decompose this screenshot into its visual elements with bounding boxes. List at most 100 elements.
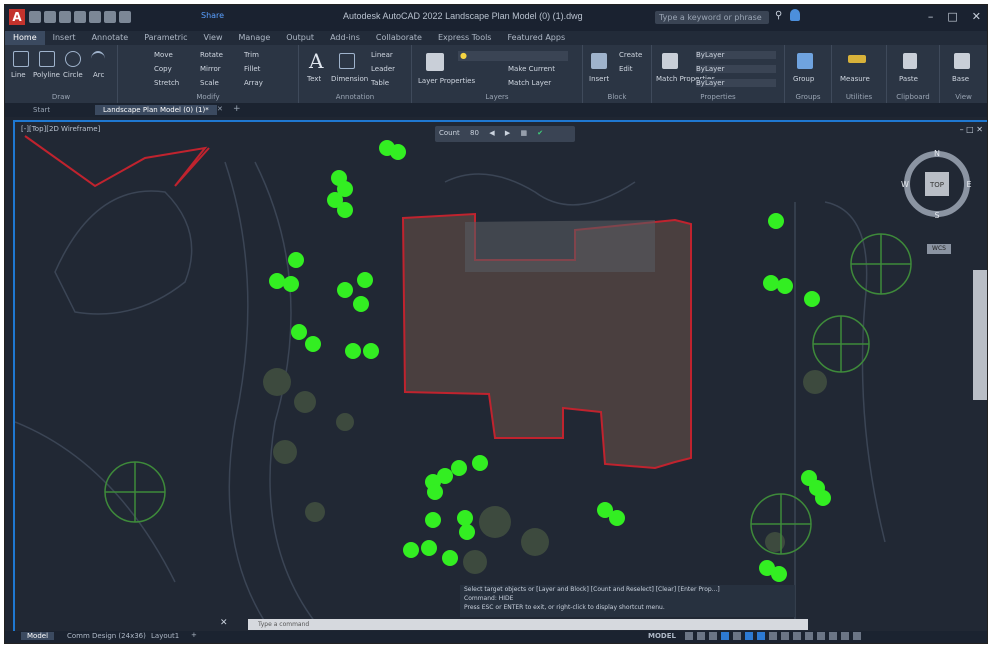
workspace-icon[interactable] [805, 632, 813, 640]
command-input[interactable]: Type a command [248, 619, 808, 630]
mirror-button[interactable]: Mirror [200, 65, 221, 73]
tab-addins[interactable]: Add-ins [322, 31, 368, 45]
count-marker[interactable] [291, 324, 307, 340]
save-icon[interactable] [59, 11, 71, 23]
draw-group-label[interactable]: Draw [5, 93, 117, 101]
paste-icon[interactable] [903, 53, 917, 69]
count-marker[interactable] [283, 276, 299, 292]
tab-start[interactable]: Start [25, 105, 58, 115]
count-marker[interactable] [427, 484, 443, 500]
count-marker[interactable] [804, 291, 820, 307]
undo-icon[interactable] [104, 11, 116, 23]
text-icon[interactable]: A [309, 49, 323, 73]
viewcube[interactable]: TOP N S E W [901, 148, 973, 220]
match-properties-icon[interactable] [662, 53, 678, 69]
group-button[interactable]: Group [793, 75, 814, 83]
units-icon[interactable] [817, 632, 825, 640]
dimension-icon[interactable] [339, 53, 355, 69]
search-input[interactable]: Type a keyword or phrase [655, 11, 769, 24]
tab-output[interactable]: Output [278, 31, 322, 45]
insert-count-icon[interactable]: ▦ [520, 129, 527, 137]
share-button[interactable]: Share [201, 11, 224, 20]
tab-view[interactable]: View [196, 31, 231, 45]
next-icon[interactable]: ▶ [505, 129, 510, 137]
redo-icon[interactable] [119, 11, 131, 23]
add-layout-icon[interactable]: + [191, 631, 197, 639]
new-icon[interactable] [29, 11, 41, 23]
stretch-button[interactable]: Stretch [154, 79, 179, 87]
drawing-viewport[interactable]: [-][Top][2D Wireframe] – □ ✕ Count 80 ◀ … [13, 120, 987, 634]
polyline-icon[interactable] [39, 51, 55, 67]
compass-south[interactable]: S [934, 211, 939, 220]
maximize-icon[interactable]: □ [947, 10, 957, 23]
circle-icon[interactable] [65, 51, 81, 67]
table-button[interactable]: Table [371, 79, 389, 87]
arc-button[interactable]: Arc [93, 71, 104, 79]
group-icon[interactable] [797, 53, 813, 69]
tab-layout1[interactable]: Layout1 [145, 632, 185, 640]
dimension-button[interactable]: Dimension [331, 75, 368, 83]
line-icon[interactable] [13, 51, 29, 67]
groups-group-label[interactable]: Groups [785, 93, 831, 101]
tab-drawing[interactable]: Landscape Plan Model (0) (1)* [95, 105, 217, 115]
compass-north[interactable]: N [934, 149, 940, 158]
close-icon[interactable]: ✕ [972, 10, 981, 23]
tab-collaborate[interactable]: Collaborate [368, 31, 430, 45]
transparency-icon[interactable] [769, 632, 777, 640]
saveas-icon[interactable] [74, 11, 86, 23]
circle-button[interactable]: Circle [63, 71, 83, 79]
grid-icon[interactable] [685, 632, 693, 640]
base-icon[interactable] [954, 53, 970, 69]
copy-button[interactable]: Copy [154, 65, 172, 73]
count-marker[interactable] [353, 296, 369, 312]
confirm-icon[interactable]: ✔ [537, 129, 543, 137]
paste-button[interactable]: Paste [899, 75, 918, 83]
color-dropdown[interactable]: ByLayer [696, 51, 776, 59]
count-marker[interactable] [763, 275, 779, 291]
command-close-icon[interactable]: ✕ [220, 618, 228, 628]
count-marker[interactable] [459, 524, 475, 540]
count-marker[interactable] [403, 542, 419, 558]
model-space-indicator[interactable]: MODEL [648, 632, 676, 640]
move-button[interactable]: Move [154, 51, 173, 59]
count-marker[interactable] [390, 144, 406, 160]
layer-dropdown[interactable] [458, 51, 568, 61]
count-marker[interactable] [363, 343, 379, 359]
new-tab-icon[interactable]: + [233, 104, 241, 114]
isodraft-icon[interactable] [733, 632, 741, 640]
linetype-dropdown[interactable]: ByLayer [696, 65, 776, 73]
properties-group-label[interactable]: Properties [652, 93, 784, 101]
layers-group-label[interactable]: Layers [412, 93, 582, 101]
utilities-group-label[interactable]: Utilities [832, 93, 886, 101]
block-group-label[interactable]: Block [583, 93, 651, 101]
clean-screen-icon[interactable] [841, 632, 849, 640]
count-marker[interactable] [337, 202, 353, 218]
measure-icon[interactable] [848, 55, 866, 63]
tab-home[interactable]: Home [5, 31, 45, 45]
user-icon[interactable] [790, 9, 800, 21]
ortho-icon[interactable] [709, 632, 717, 640]
viewport-controls[interactable]: – □ ✕ [960, 125, 983, 134]
trim-button[interactable]: Trim [244, 51, 259, 59]
layer-properties-button[interactable]: Layer Properties [418, 77, 475, 85]
insert-button[interactable]: Insert [589, 75, 609, 83]
layer-properties-icon[interactable] [426, 53, 444, 71]
line-button[interactable]: Line [11, 71, 26, 79]
linear-button[interactable]: Linear [371, 51, 393, 59]
rotate-button[interactable]: Rotate [200, 51, 223, 59]
autocad-logo-icon[interactable]: A [9, 9, 25, 25]
count-marker[interactable] [442, 550, 458, 566]
lineweight-dropdown[interactable]: ByLayer [696, 79, 776, 87]
clipboard-group-label[interactable]: Clipboard [887, 93, 939, 101]
count-marker[interactable] [777, 278, 793, 294]
count-marker[interactable] [288, 252, 304, 268]
count-marker[interactable] [472, 455, 488, 471]
scale-button[interactable]: Scale [200, 79, 219, 87]
count-marker[interactable] [421, 540, 437, 556]
count-marker[interactable] [768, 213, 784, 229]
lineweight-icon[interactable] [757, 632, 765, 640]
count-marker[interactable] [451, 460, 467, 476]
edit-block-button[interactable]: Edit [619, 65, 633, 73]
customize-icon[interactable] [853, 632, 861, 640]
count-marker[interactable] [357, 272, 373, 288]
